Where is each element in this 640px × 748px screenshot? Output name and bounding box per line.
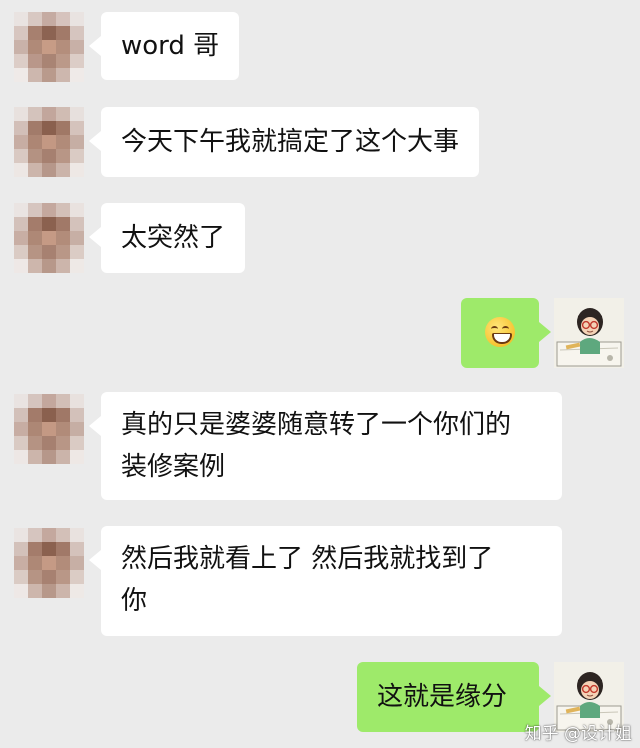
watermark: 知乎 @设计姐 bbox=[524, 724, 632, 744]
chat-conversation: word 哥 今天下午我就搞定了这个大事 太突然了 真的只是婆婆随意转了一个你们… bbox=[0, 0, 640, 748]
message-text: 这就是缘分 bbox=[377, 682, 508, 712]
message-bubble-outgoing[interactable]: 这就是缘分 bbox=[357, 662, 551, 732]
message-row: 这就是缘分 bbox=[0, 0, 640, 748]
